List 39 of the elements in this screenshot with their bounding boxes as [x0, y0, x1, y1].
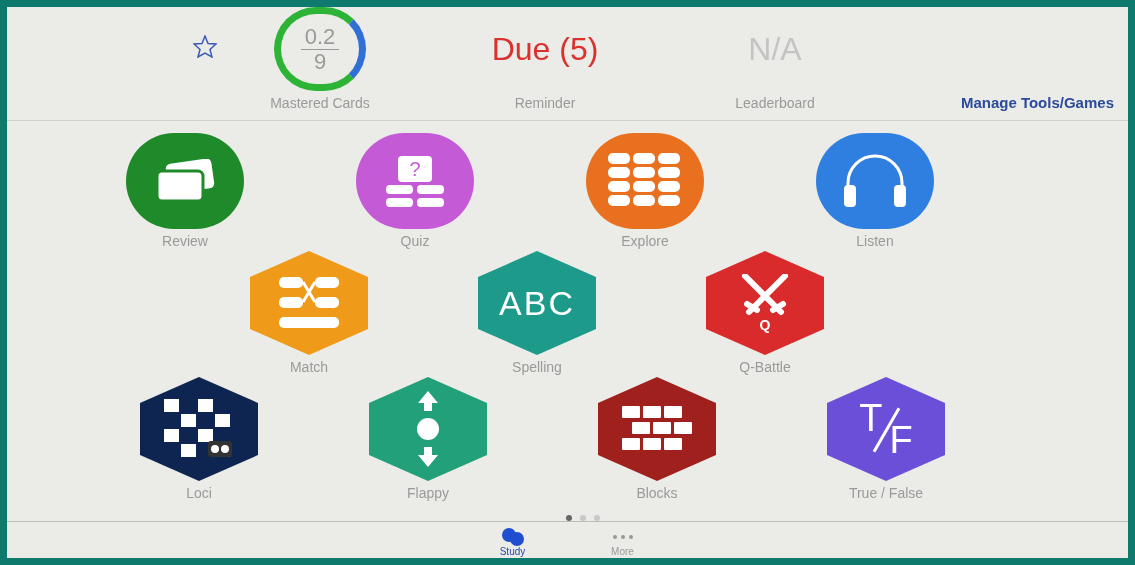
tool-label: Explore	[621, 233, 669, 249]
tool-label: Match	[289, 359, 329, 375]
tab[interactable]: More	[597, 528, 648, 558]
tool-label: Review	[162, 233, 208, 249]
tool-button[interactable]: ?	[356, 133, 474, 229]
manage-tools-link[interactable]: Manage Tools/Games	[960, 91, 1114, 114]
more-icon	[612, 535, 633, 539]
question-mark: ?	[398, 155, 432, 182]
total-value: 9	[313, 49, 327, 74]
tool-label: Loci	[186, 485, 212, 501]
mastered-value: 0.2	[300, 24, 340, 50]
stat-label: Leaderboard	[735, 94, 815, 113]
study-icon	[499, 528, 526, 546]
tab[interactable]: Study	[487, 528, 538, 558]
star-icon[interactable]	[193, 35, 217, 58]
grid-icon	[608, 153, 682, 209]
tool-button[interactable]: TF	[827, 377, 945, 481]
tool-button[interactable]: Q	[706, 251, 824, 355]
tool-label: Flappy	[407, 485, 449, 501]
tool-label: Listen	[856, 233, 894, 249]
answer-options-icon	[386, 184, 444, 207]
tool-label: True / False	[848, 485, 924, 501]
stat-label: Mastered Cards	[270, 94, 370, 113]
tool-button[interactable]: ABC	[478, 251, 596, 355]
headphones-icon	[842, 153, 908, 209]
t-letter: T	[859, 399, 883, 437]
crossed-swords-icon	[741, 274, 789, 318]
stat-value: Due (5)	[491, 30, 599, 69]
tool-label: Spelling	[512, 359, 562, 375]
tool-label: Blocks	[636, 485, 678, 501]
match-icon	[279, 277, 339, 329]
checkerboard-icon	[164, 399, 234, 459]
tool-label: Quiz	[400, 233, 430, 249]
letters-glyph: ABC	[499, 286, 575, 320]
bricks-icon	[622, 406, 692, 452]
stat-label: Reminder	[514, 94, 576, 113]
tool-label: Q-Battle	[739, 359, 791, 375]
q-letter: Q	[759, 318, 771, 332]
f-letter: F	[889, 421, 913, 459]
